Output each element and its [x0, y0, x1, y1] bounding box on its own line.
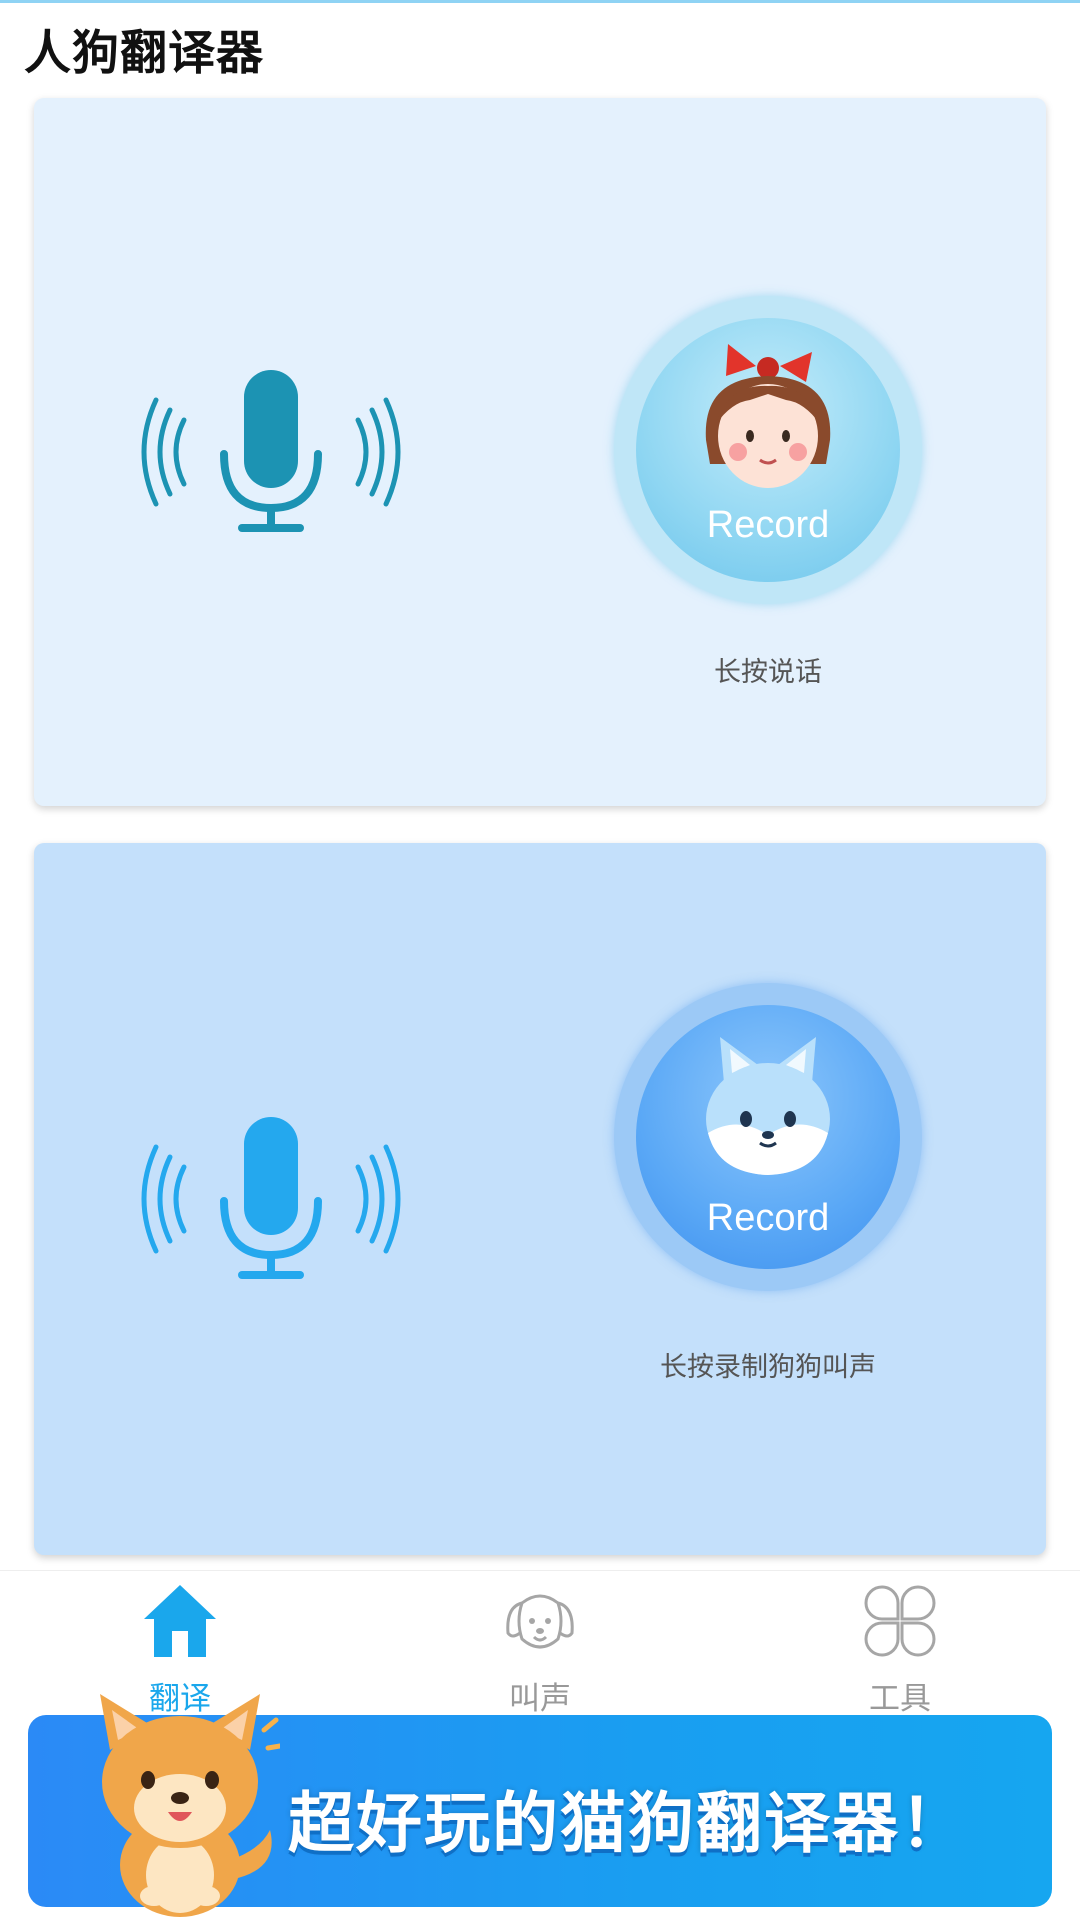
home-icon [144, 1585, 216, 1657]
page-title: 人狗翻译器 [24, 26, 264, 81]
record-label: Record [706, 504, 830, 546]
tab-tools[interactable]: 工具 [810, 1581, 990, 1717]
girl-avatar-icon [705, 344, 831, 488]
shiba-dog-icon [100, 1694, 280, 1917]
tab-label: 工具 [869, 1681, 931, 1717]
dog-hint: 长按录制狗狗叫声 [660, 1352, 876, 1383]
human-translate-panel: Record 长按说话 [34, 98, 1046, 806]
microphone-icon [141, 370, 401, 532]
dog-face-icon [506, 1594, 574, 1649]
tab-bark[interactable]: 叫声 [450, 1581, 630, 1717]
record-human-button[interactable]: Record [614, 296, 922, 604]
record-label: Record [706, 1197, 830, 1239]
status-line [0, 0, 1080, 3]
tab-translate[interactable]: 翻译 [90, 1581, 270, 1717]
human-hint: 长按说话 [714, 657, 822, 688]
bottom-tab-bar: 翻译 叫声 工具 [0, 1570, 1080, 1717]
tab-label: 叫声 [509, 1681, 571, 1717]
microphone-icon [141, 1117, 401, 1279]
dog-translate-panel: Record 长按录制狗狗叫声 [34, 843, 1046, 1555]
record-dog-button[interactable]: Record [614, 983, 922, 1291]
dog-avatar-icon [706, 1037, 830, 1175]
banner-text: 超好玩的猫狗翻译器！ [288, 1785, 968, 1862]
grid-icon [864, 1585, 936, 1657]
